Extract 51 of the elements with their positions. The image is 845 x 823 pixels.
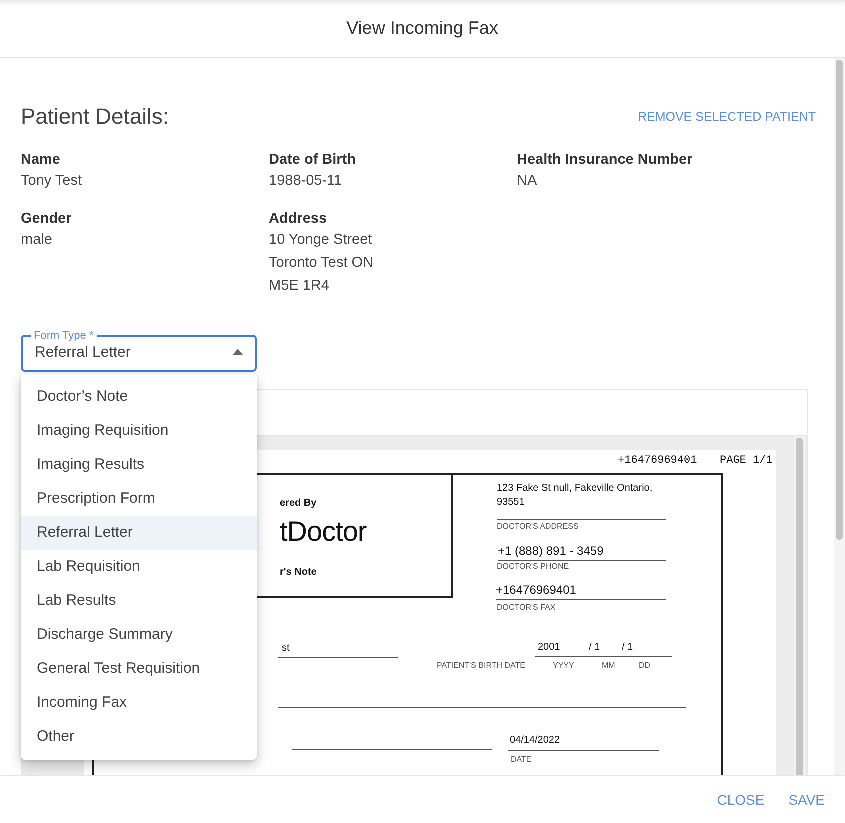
field-label: Form Type * xyxy=(33,330,95,342)
caret-up-icon xyxy=(233,349,243,355)
form-type-select[interactable]: Form Type * Referral Letter xyxy=(21,330,257,372)
field-caption: DD xyxy=(639,661,651,670)
date-value: 04/14/2022 xyxy=(510,735,560,746)
menu-option[interactable]: Referral Letter xyxy=(21,516,257,550)
doctor-address: 93551 xyxy=(497,497,525,508)
page-number: PAGE 1/1 xyxy=(720,455,773,467)
powered-by-text: ered By xyxy=(280,498,317,509)
field-label: Address xyxy=(269,210,328,229)
field-value: M5E 1R4 xyxy=(269,277,330,296)
section-heading: Patient Details: xyxy=(21,104,169,130)
field-label: Gender xyxy=(21,210,73,229)
menu-option[interactable]: Prescription Form xyxy=(21,482,257,516)
menu-option[interactable]: Lab Results xyxy=(21,584,257,618)
menu-option[interactable]: Incoming Fax xyxy=(21,686,257,720)
menu-option[interactable]: Other xyxy=(21,720,257,754)
birth-day: / 1 xyxy=(622,642,634,653)
field-value: Tony Test xyxy=(21,172,83,191)
menu-option[interactable]: General Test Requisition xyxy=(21,652,257,686)
field-caption: DOCTOR'S PHONE xyxy=(497,562,570,571)
field-value: 1988-05-11 xyxy=(269,172,344,191)
field-caption: YYYY xyxy=(553,661,574,670)
field-label: Name xyxy=(21,151,62,170)
doctor-address: 123 Fake St null, Fakeville Ontario, xyxy=(497,483,653,494)
doctor-fax: +16476969401 xyxy=(496,583,576,597)
menu-option[interactable]: Doctor’s Note xyxy=(21,380,257,414)
logo-text: tDoctor xyxy=(280,516,367,548)
scrollbar[interactable] xyxy=(836,60,843,540)
fax-number: +16476969401 xyxy=(618,455,698,467)
field-caption: DATE xyxy=(511,755,532,764)
field-label: Health Insurance Number xyxy=(517,151,694,170)
field-value: Toronto Test ON xyxy=(269,254,375,273)
birth-month: / 1 xyxy=(589,642,600,653)
field-value: NA xyxy=(517,172,538,191)
field-label: Date of Birth xyxy=(269,151,357,170)
field-value: male xyxy=(21,231,54,250)
menu-option[interactable]: Lab Requisition xyxy=(21,550,257,584)
doctor-phone: +1 (888) 891 - 3459 xyxy=(498,544,604,558)
field-caption: MM xyxy=(602,661,616,670)
patient-name: st xyxy=(282,643,290,654)
field-caption: DOCTOR'S FAX xyxy=(497,603,556,612)
menu-option[interactable]: Discharge Summary xyxy=(21,618,257,652)
field-value: 10 Yonge Street xyxy=(269,231,374,250)
note-title: r's Note xyxy=(280,567,317,578)
birth-year: 2001 xyxy=(538,642,560,653)
field-caption: DOCTOR'S ADDRESS xyxy=(497,522,579,531)
field-caption: PATIENT'S BIRTH DATE xyxy=(437,661,526,670)
window-title: View Incoming Fax xyxy=(346,18,498,39)
menu-option[interactable]: Imaging Requisition xyxy=(21,414,257,448)
menu-option[interactable]: Imaging Results xyxy=(21,448,257,482)
